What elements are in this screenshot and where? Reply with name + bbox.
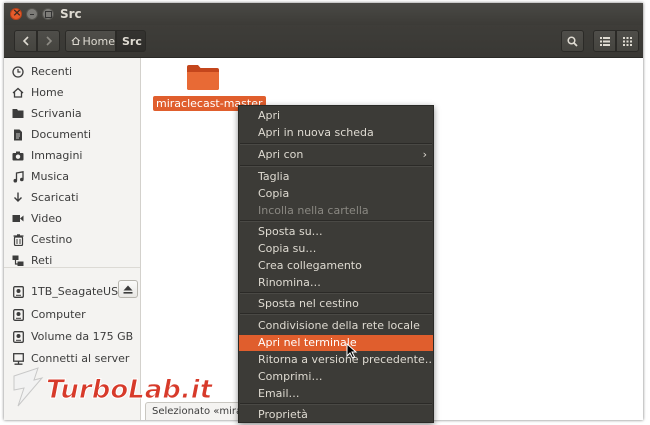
sidebar-item-label: Volume da 175 GB [31, 330, 134, 343]
forward-button[interactable] [37, 30, 60, 52]
grid-view-icon [623, 36, 632, 46]
menu-item-rinomina[interactable]: Rinomina… [239, 275, 433, 291]
home-icon [11, 86, 25, 100]
menu-item-sposta-cestino[interactable]: Sposta nel cestino [239, 296, 433, 312]
menu-item-incolla: Incolla nella cartella [258, 204, 369, 217]
title-bar[interactable]: Src [4, 3, 643, 25]
sidebar-divider [4, 267, 140, 268]
sidebar-item-label: Home [31, 86, 64, 99]
breadcrumb-home[interactable]: Home [65, 30, 116, 52]
toolbar: Home Src [4, 25, 643, 58]
search-button[interactable] [561, 30, 584, 52]
menu-separator [240, 143, 432, 145]
window-title: Src [60, 7, 82, 21]
breadcrumb-src-label: Src [122, 34, 142, 48]
folder-icon[interactable] [186, 63, 220, 91]
sidebar-item-computer[interactable]: Computer [4, 304, 140, 325]
drive-icon [11, 330, 25, 344]
sidebar-item-label: Computer [31, 308, 86, 321]
menu-separator [240, 220, 432, 222]
sidebar-item-scaricati[interactable]: Scaricati [4, 187, 140, 208]
menu-item-copia[interactable]: Copia [239, 186, 433, 202]
menu-item-email[interactable]: Email… [239, 386, 433, 402]
chevron-left-icon [22, 36, 29, 46]
mouse-cursor-icon [346, 343, 358, 359]
sidebar-item-seagate-usb[interactable]: 1TB_SeagateUSB [4, 280, 140, 302]
menu-item-apri-nuova-scheda[interactable]: Apri in nuova scheda [239, 125, 433, 141]
sidebar-item-label: Cestino [31, 233, 73, 246]
menu-item-copia-su[interactable]: Copia su… [239, 241, 433, 257]
menu-item-apri[interactable]: Apri [239, 108, 433, 124]
camera-icon [11, 149, 25, 163]
menu-item-apri-con[interactable]: Apri con › [239, 147, 433, 163]
list-view-icon [599, 36, 610, 46]
menu-item-sposta-su[interactable]: Sposta su… [239, 224, 433, 240]
maximize-window-button[interactable] [42, 8, 54, 20]
sidebar-item-label: Video [31, 212, 62, 225]
sidebar-item-scrivania[interactable]: Scrivania [4, 103, 140, 124]
video-icon [11, 212, 25, 226]
sidebar-item-label: Immagini [31, 149, 83, 162]
home-icon [71, 36, 80, 45]
menu-item-label: Apri con [258, 148, 304, 161]
network-icon [11, 254, 25, 268]
menu-item-proprieta[interactable]: Proprietà [239, 407, 433, 422]
menu-item-crea-collegamento[interactable]: Crea collegamento [239, 258, 433, 274]
sidebar-item-volume[interactable]: Volume da 175 GB [4, 326, 140, 347]
clock-icon [11, 65, 25, 79]
context-menu: Apri Apri in nuova scheda Apri con › Tag… [238, 105, 434, 423]
list-view-button[interactable] [593, 30, 616, 52]
menu-separator [240, 313, 432, 315]
menu-item-condivisione[interactable]: Condivisione della rete locale [239, 318, 433, 334]
sidebar-item-label: Recenti [31, 65, 73, 78]
turbolab-watermark-logo: TurboLab.it [13, 367, 214, 407]
documents-icon [11, 128, 25, 142]
menu-separator [240, 165, 432, 167]
sidebar-item-cestino[interactable]: Cestino [4, 229, 140, 250]
sidebar-item-label: Documenti [31, 128, 92, 141]
drive-icon [11, 308, 25, 322]
menu-item-apri-terminale[interactable]: Apri nel terminale [239, 335, 433, 351]
download-icon [11, 191, 25, 205]
trash-icon [11, 233, 25, 247]
search-icon [567, 35, 578, 47]
sidebar-item-immagini[interactable]: Immagini [4, 145, 140, 166]
menu-separator [240, 403, 432, 405]
grid-view-button[interactable] [616, 30, 639, 52]
drive-icon [11, 285, 25, 299]
sidebar-item-label: 1TB_SeagateUSB [31, 285, 126, 298]
sidebar-item-home[interactable]: Home [4, 82, 140, 103]
sidebar-item-musica[interactable]: Musica [4, 166, 140, 187]
breadcrumb-src[interactable]: Src [116, 30, 146, 52]
sidebar-item-video[interactable]: Video [4, 208, 140, 229]
sidebar-item-label: Reti [31, 254, 53, 267]
svg-text:TurboLab.it: TurboLab.it [46, 375, 214, 405]
menu-item-taglia[interactable]: Taglia [239, 169, 433, 185]
close-window-button[interactable] [10, 6, 23, 20]
sidebar-item-label: Scrivania [31, 107, 82, 120]
menu-item-comprimi[interactable]: Comprimi… [239, 369, 433, 385]
sidebar-item-label: Musica [31, 170, 70, 183]
back-button[interactable] [14, 30, 37, 52]
sidebar-item-documenti[interactable]: Documenti [4, 124, 140, 145]
eject-button[interactable] [118, 280, 138, 298]
menu-separator [240, 292, 432, 294]
chevron-right-icon [45, 36, 52, 46]
menu-item-ritorna-versione[interactable]: Ritorna a versione precedente… [239, 352, 433, 368]
sidebar-item-label: Scaricati [31, 191, 79, 204]
chevron-right-icon: › [422, 148, 427, 161]
desktop-folder-icon [11, 107, 25, 121]
eject-icon [123, 285, 133, 294]
sidebar-item-recenti[interactable]: Recenti [4, 61, 140, 82]
music-icon [11, 170, 25, 184]
minimize-window-button[interactable] [26, 8, 38, 20]
breadcrumb-home-label: Home [82, 34, 115, 48]
